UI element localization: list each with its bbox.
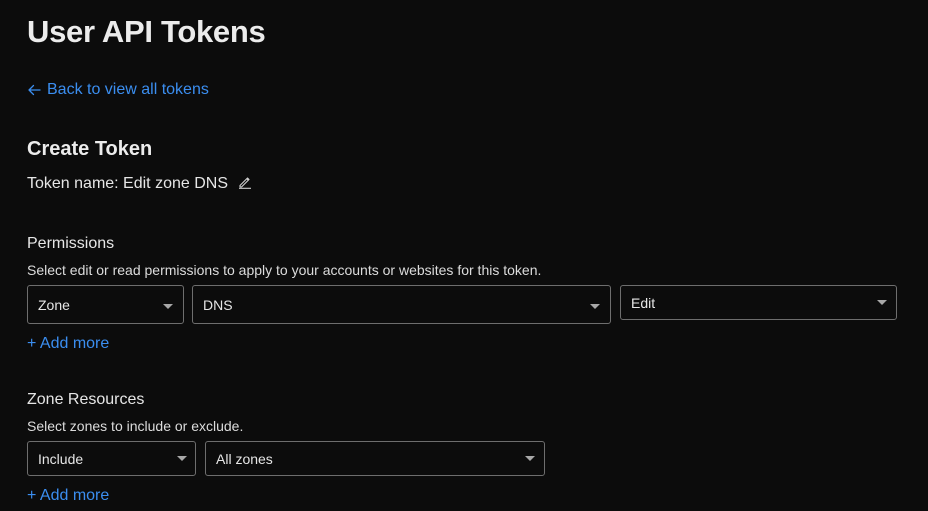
pencil-icon[interactable] [238,175,252,189]
permission-access-select[interactable]: Edit [620,285,897,320]
token-name-text: Token name: Edit zone DNS [27,175,228,192]
chevron-down-icon [525,456,535,461]
permission-scope-select[interactable]: Zone [27,285,184,324]
zone-resources-add-more-link[interactable]: + Add more [27,487,109,505]
permission-access-value: Edit [631,295,656,311]
zone-include-select[interactable]: Include [27,441,196,476]
chevron-down-icon [877,300,887,305]
create-token-heading: Create Token [27,138,153,160]
back-link-label: Back to view all tokens [47,81,209,98]
permissions-label: Permissions [27,235,115,252]
chevron-down-icon [177,456,187,461]
chevron-down-icon [163,304,173,309]
permissions-add-more-link[interactable]: + Add more [27,335,109,353]
back-to-tokens-link[interactable]: Back to view all tokens [27,81,209,99]
token-name-row: Token name: Edit zone DNS [27,175,252,193]
zone-resources-label: Zone Resources [27,391,145,408]
chevron-down-icon [590,304,600,309]
zone-selection-value: All zones [216,451,273,467]
page-title: User API Tokens [27,14,266,49]
zone-include-value: Include [38,451,84,467]
create-token-page: User API Tokens Back to view all tokens … [0,0,928,511]
permissions-help-text: Select edit or read permissions to apply… [27,262,542,278]
permission-scope-value: Zone [38,297,70,313]
arrow-left-icon [28,84,41,96]
zone-selection-select[interactable]: All zones [205,441,545,476]
permission-resource-value: DNS [203,297,233,313]
zone-resources-help-text: Select zones to include or exclude. [27,418,244,434]
permission-resource-select[interactable]: DNS [192,285,611,324]
